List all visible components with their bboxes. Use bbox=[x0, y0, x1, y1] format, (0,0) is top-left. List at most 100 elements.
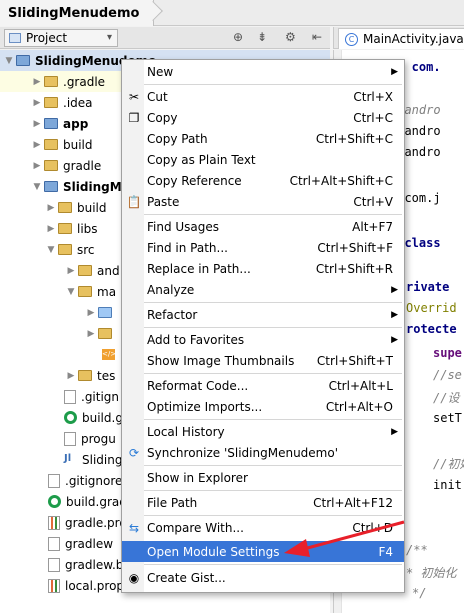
menu-item-compare-with[interactable]: ⇆ Compare With... Ctrl+D bbox=[122, 517, 404, 538]
code-line: /** bbox=[406, 543, 428, 557]
collapse-arrow-icon[interactable]: ▶ bbox=[64, 371, 78, 381]
tree-item-label: src bbox=[77, 242, 95, 257]
collapse-arrow-icon[interactable]: ▶ bbox=[64, 266, 78, 276]
menu-separator bbox=[144, 302, 402, 303]
file-icon bbox=[64, 389, 76, 404]
tree-item-label: gradlew bbox=[65, 536, 114, 551]
code-line: supe bbox=[433, 346, 462, 360]
module-folder-icon bbox=[44, 181, 58, 192]
code-line: //se bbox=[433, 368, 462, 382]
tree-item-label: build bbox=[63, 137, 93, 152]
folder-icon bbox=[44, 160, 58, 171]
menu-item-copy[interactable]: ❐ Copy Ctrl+C bbox=[122, 107, 404, 128]
menu-item-file-path[interactable]: File Path Ctrl+Alt+F12 bbox=[122, 492, 404, 513]
folder-icon bbox=[58, 244, 72, 255]
submenu-arrow-icon: ▶ bbox=[391, 334, 398, 345]
breadcrumb[interactable]: SlidingMenudemo bbox=[0, 0, 155, 26]
folder-icon bbox=[78, 370, 92, 381]
expand-arrow-icon[interactable]: ▼ bbox=[44, 245, 58, 255]
collapse-arrow-icon[interactable]: ▶ bbox=[44, 203, 58, 213]
menu-separator bbox=[144, 214, 402, 215]
tree-item-label: libs bbox=[77, 221, 98, 236]
tree-item-label: build bbox=[77, 200, 107, 215]
locate-icon[interactable]: ⊕ bbox=[233, 30, 243, 44]
expand-arrow-icon[interactable]: ▼ bbox=[64, 287, 78, 297]
menu-item-new[interactable]: New ▶ bbox=[122, 61, 404, 82]
menu-separator bbox=[144, 419, 402, 420]
chevron-down-icon: ▾ bbox=[106, 32, 112, 43]
copy-icon: ❐ bbox=[128, 111, 140, 125]
menu-item-add-to-favorites[interactable]: Add to Favorites ▶ bbox=[122, 329, 404, 350]
folder-icon bbox=[58, 202, 72, 213]
project-view-dropdown[interactable]: Project ▾ bbox=[4, 29, 118, 47]
submenu-arrow-icon: ▶ bbox=[391, 309, 398, 320]
submenu-arrow-icon: ▶ bbox=[391, 426, 398, 437]
tree-item-label: SlidingMe bbox=[63, 179, 130, 194]
tree-item-label: gradle.pro bbox=[65, 515, 127, 530]
file-icon bbox=[48, 557, 60, 572]
editor-tab[interactable]: C MainActivity.java bbox=[338, 28, 464, 49]
collapse-arrow-icon[interactable]: ▶ bbox=[84, 329, 98, 339]
menu-item-replace-in-path[interactable]: Replace in Path... Ctrl+Shift+R bbox=[122, 258, 404, 279]
scissors-icon: ✂ bbox=[128, 90, 140, 104]
menu-item-synchronize[interactable]: ⟳ Synchronize 'SlidingMenudemo' bbox=[122, 442, 404, 463]
menu-separator bbox=[144, 465, 402, 466]
iml-icon: Jl bbox=[64, 452, 72, 464]
properties-icon bbox=[48, 578, 60, 593]
gear-icon[interactable]: ⚙ bbox=[285, 30, 296, 44]
code-line: //初始 bbox=[433, 457, 464, 471]
code-line: Overrid bbox=[406, 301, 457, 315]
gradle-icon bbox=[64, 411, 77, 424]
compare-icon: ⇆ bbox=[128, 521, 140, 535]
tree-item-label: gradlew.b bbox=[65, 557, 124, 572]
menu-separator bbox=[144, 327, 402, 328]
navigation-bar: SlidingMenudemo bbox=[0, 0, 464, 26]
tree-item-label: .gitign bbox=[81, 389, 120, 404]
file-icon bbox=[48, 473, 60, 488]
collapse-arrow-icon[interactable]: ▶ bbox=[44, 224, 58, 234]
folder-icon bbox=[58, 223, 72, 234]
github-icon: ◉ bbox=[128, 571, 140, 585]
code-line: //设 bbox=[433, 391, 460, 405]
expand-arrow-icon[interactable]: ▼ bbox=[2, 56, 16, 66]
menu-item-show-in-explorer[interactable]: Show in Explorer bbox=[122, 467, 404, 488]
menu-item-open-module-settings[interactable]: Open Module Settings F4 bbox=[122, 541, 404, 562]
collapse-arrow-icon[interactable]: ▶ bbox=[30, 119, 44, 129]
menu-item-copy-path[interactable]: Copy Path Ctrl+Shift+C bbox=[122, 128, 404, 149]
folder-icon bbox=[44, 76, 58, 87]
tree-item-label: and bbox=[97, 263, 120, 278]
tree-item-label: build.grad bbox=[66, 494, 127, 509]
tree-item-label: .gradle bbox=[63, 74, 106, 89]
collapse-arrow-icon[interactable]: ▶ bbox=[30, 77, 44, 87]
class-icon: C bbox=[345, 32, 358, 46]
hide-icon[interactable]: ⇤ bbox=[312, 30, 322, 44]
context-menu: New ▶ ✂ Cut Ctrl+X ❐ Copy Ctrl+C Copy Pa… bbox=[121, 59, 405, 593]
menu-item-reformat-code[interactable]: Reformat Code... Ctrl+Alt+L bbox=[122, 375, 404, 396]
menu-item-copy-reference[interactable]: Copy Reference Ctrl+Alt+Shift+C bbox=[122, 170, 404, 191]
code-line: * 初始化 bbox=[406, 566, 457, 580]
menu-item-local-history[interactable]: Local History ▶ bbox=[122, 421, 404, 442]
folder-icon bbox=[44, 139, 58, 150]
tree-item-label: Sliding bbox=[82, 452, 123, 467]
submenu-arrow-icon: ▶ bbox=[391, 66, 398, 77]
menu-separator bbox=[144, 564, 402, 565]
menu-item-show-image-thumbnails[interactable]: Show Image Thumbnails Ctrl+Shift+T bbox=[122, 350, 404, 371]
collapse-arrow-icon[interactable]: ▶ bbox=[30, 140, 44, 150]
menu-item-find-in-path[interactable]: Find in Path... Ctrl+Shift+F bbox=[122, 237, 404, 258]
menu-item-paste[interactable]: 📋 Paste Ctrl+V bbox=[122, 191, 404, 212]
menu-item-optimize-imports[interactable]: Optimize Imports... Ctrl+Alt+O bbox=[122, 396, 404, 417]
collapse-arrow-icon[interactable]: ▶ bbox=[30, 98, 44, 108]
menu-separator bbox=[144, 84, 402, 85]
expand-arrow-icon[interactable]: ▼ bbox=[30, 182, 44, 192]
menu-item-copy-plain-text[interactable]: Copy as Plain Text bbox=[122, 149, 404, 170]
menu-item-create-gist[interactable]: ◉ Create Gist... bbox=[122, 567, 404, 588]
collapse-arrow-icon[interactable]: ▶ bbox=[30, 161, 44, 171]
menu-item-analyze[interactable]: Analyze ▶ bbox=[122, 279, 404, 300]
collapse-arrow-icon[interactable]: ▶ bbox=[84, 308, 98, 318]
collapse-icon[interactable]: ⇟ bbox=[257, 30, 267, 44]
menu-item-find-usages[interactable]: Find Usages Alt+F7 bbox=[122, 216, 404, 237]
menu-item-refactor[interactable]: Refactor ▶ bbox=[122, 304, 404, 325]
menu-separator bbox=[144, 490, 402, 491]
menu-item-cut[interactable]: ✂ Cut Ctrl+X bbox=[122, 86, 404, 107]
tree-item-label: app bbox=[63, 116, 89, 131]
